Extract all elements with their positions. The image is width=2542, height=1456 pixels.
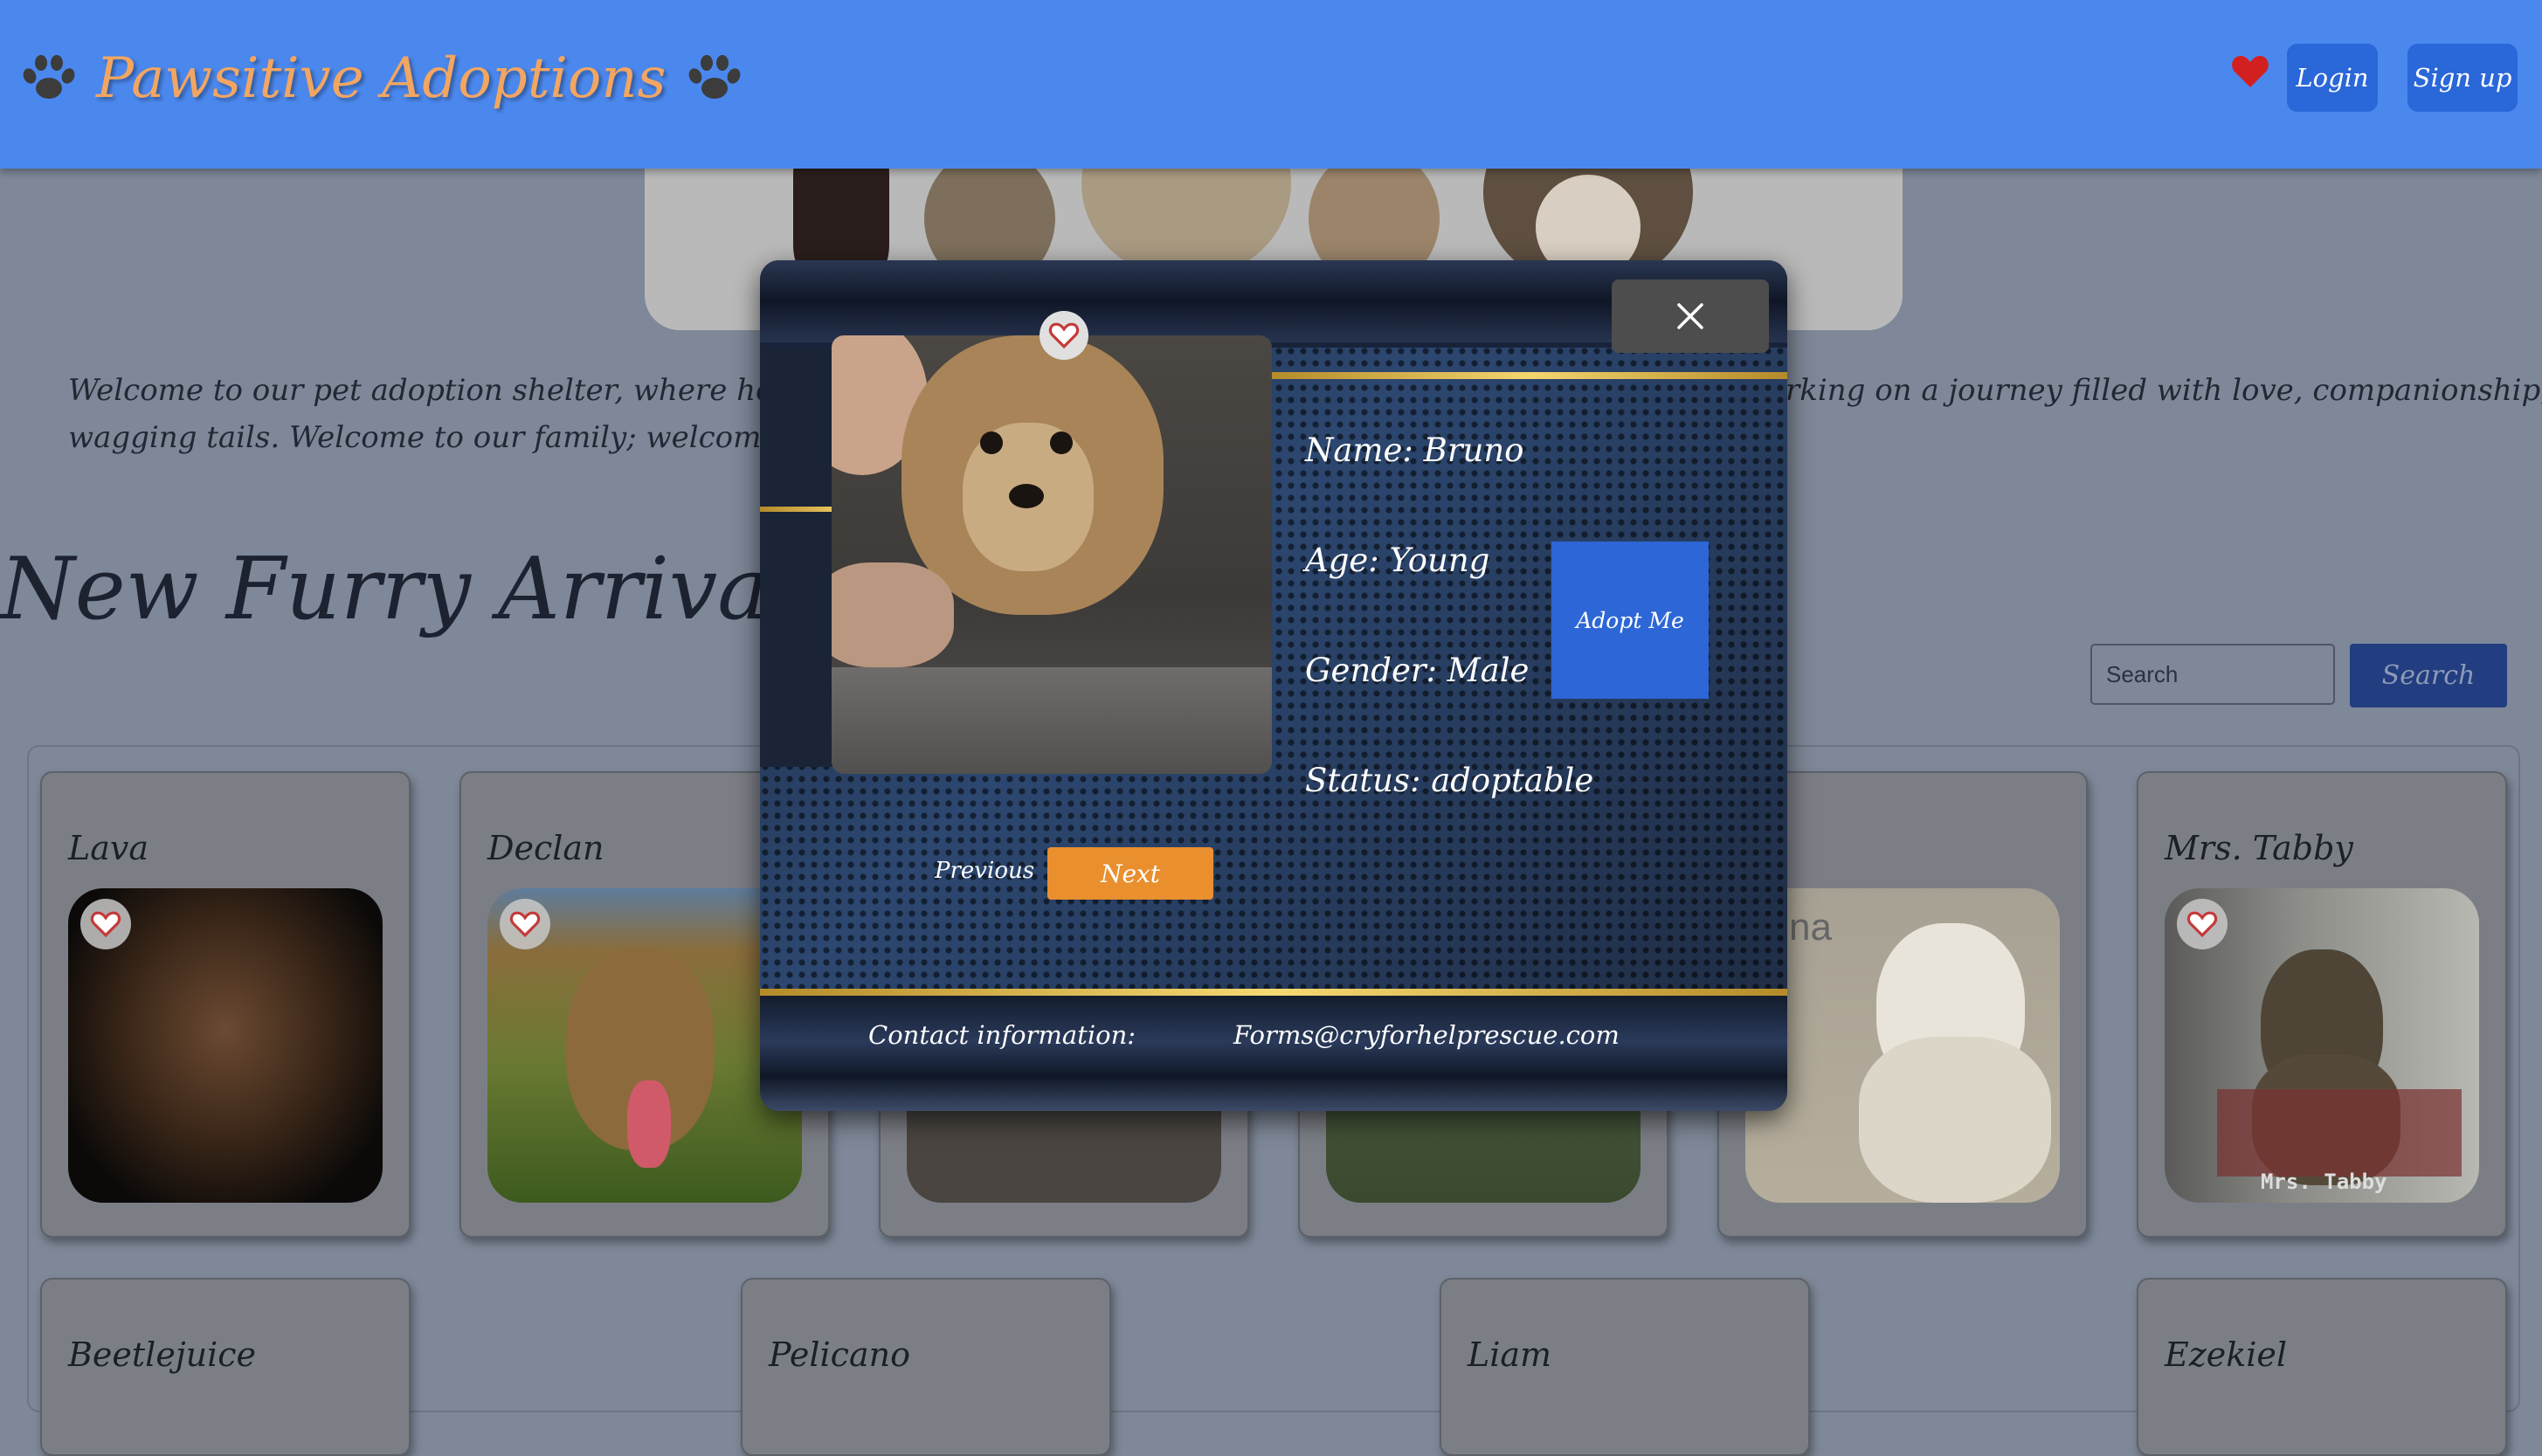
gold-divider (760, 989, 1787, 996)
heart-icon[interactable] (2231, 54, 2269, 89)
search-input[interactable] (2090, 644, 2335, 705)
site-header: Pawsitive Adoptions Login Sign up (0, 0, 2542, 169)
close-button[interactable] (1612, 279, 1769, 353)
pet-card[interactable]: Lava (40, 771, 411, 1238)
contact-email[interactable]: Forms@cryforhelprescue.com (1233, 1020, 1620, 1050)
contact-label: Contact information: (868, 1020, 1136, 1050)
pet-card[interactable]: Ezekiel (2137, 1278, 2507, 1456)
pet-card[interactable]: Beetlejuice (40, 1278, 411, 1456)
favorite-heart-icon[interactable] (80, 899, 131, 949)
pet-name: Declan (487, 829, 604, 867)
paw-icon (689, 55, 741, 99)
pet-photo[interactable]: Mrs. Tabby (2165, 888, 2479, 1203)
pet-name: Beetlejuice (68, 1335, 256, 1374)
pet-card[interactable]: Liam (1440, 1278, 1810, 1456)
pet-name: Pelicano (769, 1335, 910, 1374)
login-button[interactable]: Login (2287, 44, 2378, 112)
pet-photo-large (832, 335, 1272, 774)
pet-age-field: Age: Young (1305, 542, 1490, 579)
favorite-heart-icon[interactable] (2177, 899, 2228, 949)
gold-divider (1272, 372, 1787, 379)
section-title: New Furry Arrivals (0, 540, 840, 639)
pet-name-field: Name: Bruno (1305, 431, 1524, 469)
pet-detail-modal: Name: Bruno Age: Young Gender: Male Stat… (760, 260, 1787, 1111)
favorite-heart-icon[interactable] (500, 899, 550, 949)
brand-name: Pawsitive Adoptions (96, 46, 667, 111)
paw-icon (23, 55, 75, 99)
pet-name: Mrs. Tabby (2165, 829, 2353, 867)
modal-footer (760, 996, 1787, 1111)
pet-status-field: Status: adoptable (1305, 762, 1594, 799)
search-button[interactable]: Search (2350, 644, 2507, 707)
pet-gender-field: Gender: Male (1305, 652, 1530, 689)
pet-name: Lava (68, 829, 149, 867)
pet-photo[interactable] (487, 888, 802, 1203)
gold-divider (760, 507, 835, 512)
photo-caption: Mrs. Tabby (2261, 1170, 2387, 1194)
previous-button[interactable]: Previous (935, 858, 1034, 884)
favorite-heart-icon[interactable] (1040, 311, 1088, 360)
photo-caption: na (1789, 906, 1832, 949)
brand-logo[interactable]: Pawsitive Adoptions (17, 38, 744, 119)
pet-card[interactable]: Mrs. Tabby Mrs. Tabby (2137, 771, 2507, 1238)
pet-name: Ezekiel (2165, 1335, 2288, 1374)
pet-card[interactable]: Pelicano (741, 1278, 1111, 1456)
adopt-me-button[interactable]: Adopt Me (1551, 542, 1709, 699)
pet-name: Liam (1468, 1335, 1552, 1374)
signup-button[interactable]: Sign up (2407, 44, 2518, 112)
welcome-line1-end: rking on a journey filled with love, com… (1786, 373, 2542, 408)
pet-photo[interactable] (68, 888, 383, 1203)
modal-left-band (760, 348, 839, 767)
next-button[interactable]: Next (1047, 847, 1213, 900)
close-icon (1677, 303, 1703, 329)
pet-photo[interactable]: na (1745, 888, 2060, 1203)
